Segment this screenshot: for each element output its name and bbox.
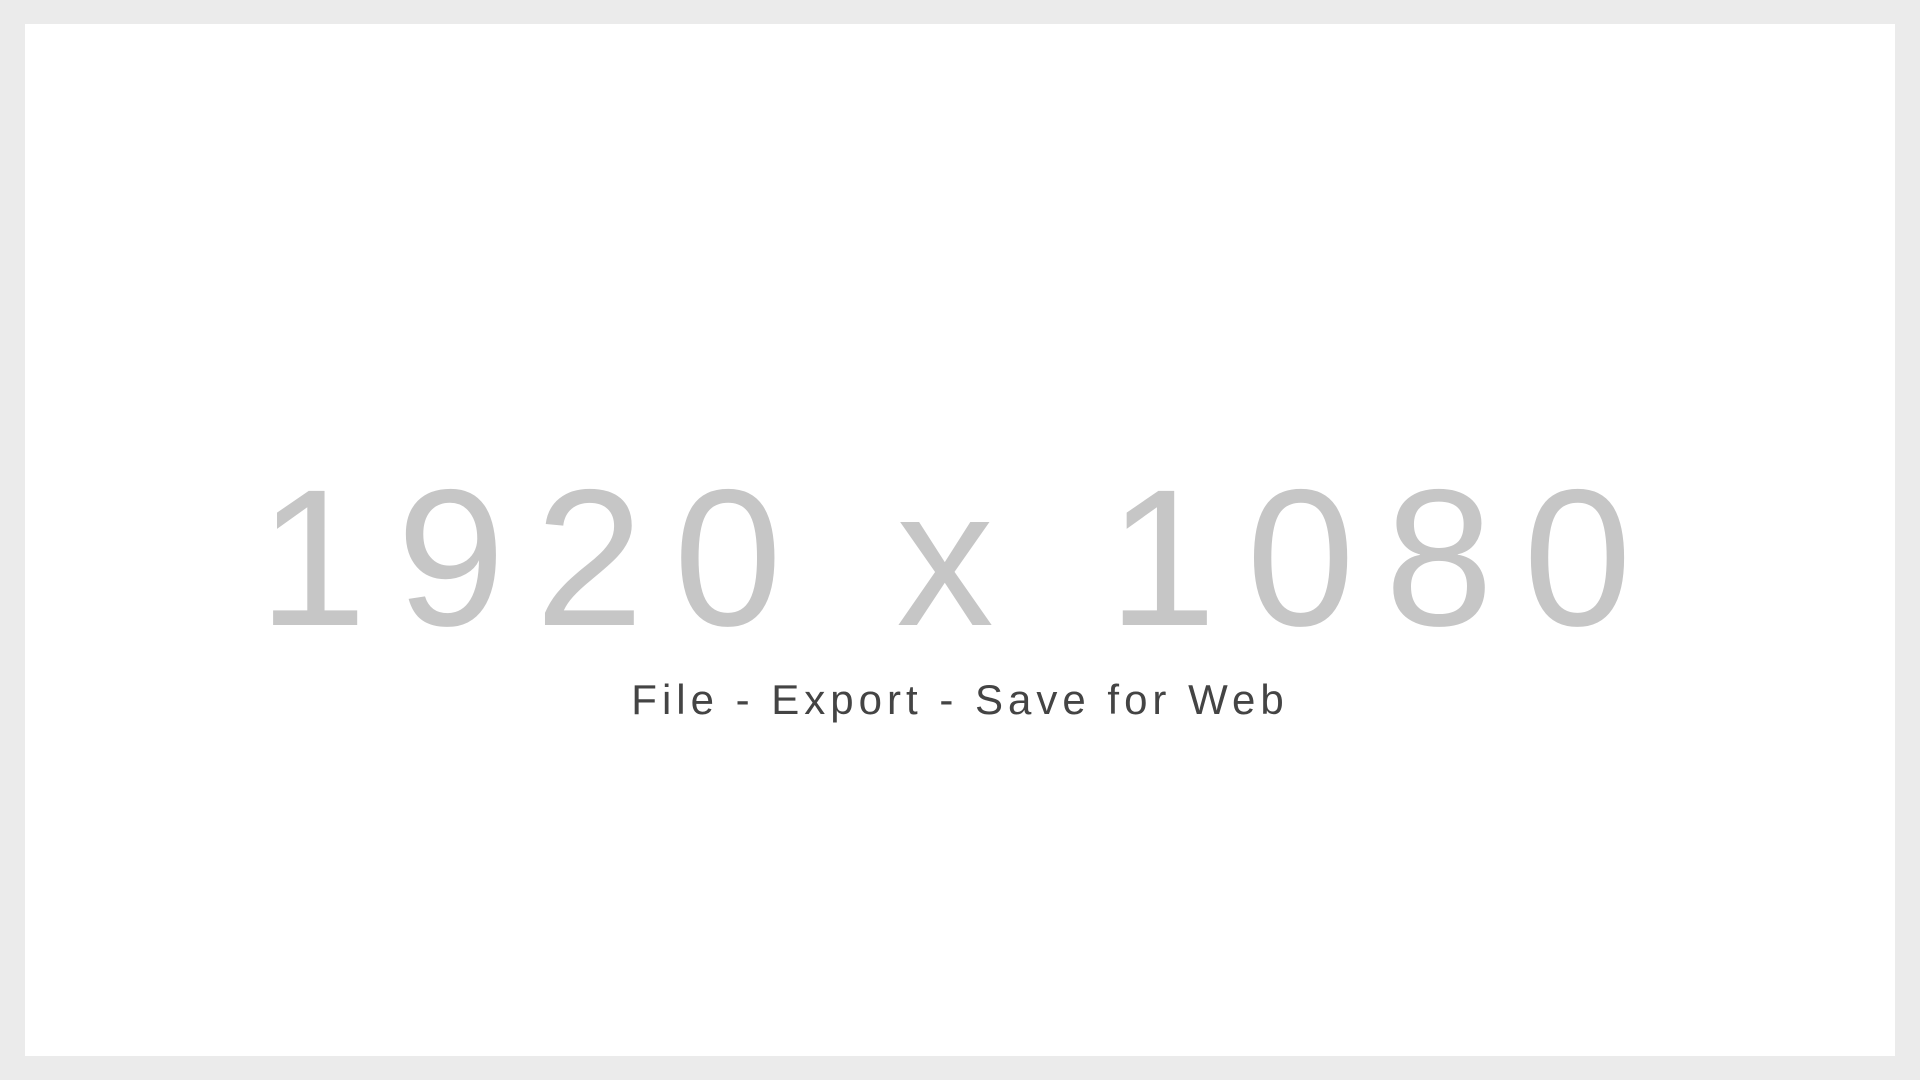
dimensions-label: 1920 x 1080 [258,449,1662,667]
export-instructions-label: File - Export - Save for Web [631,676,1289,723]
placeholder-canvas: 1920 x 1080 File - Export - Save for Web [25,24,1895,1056]
